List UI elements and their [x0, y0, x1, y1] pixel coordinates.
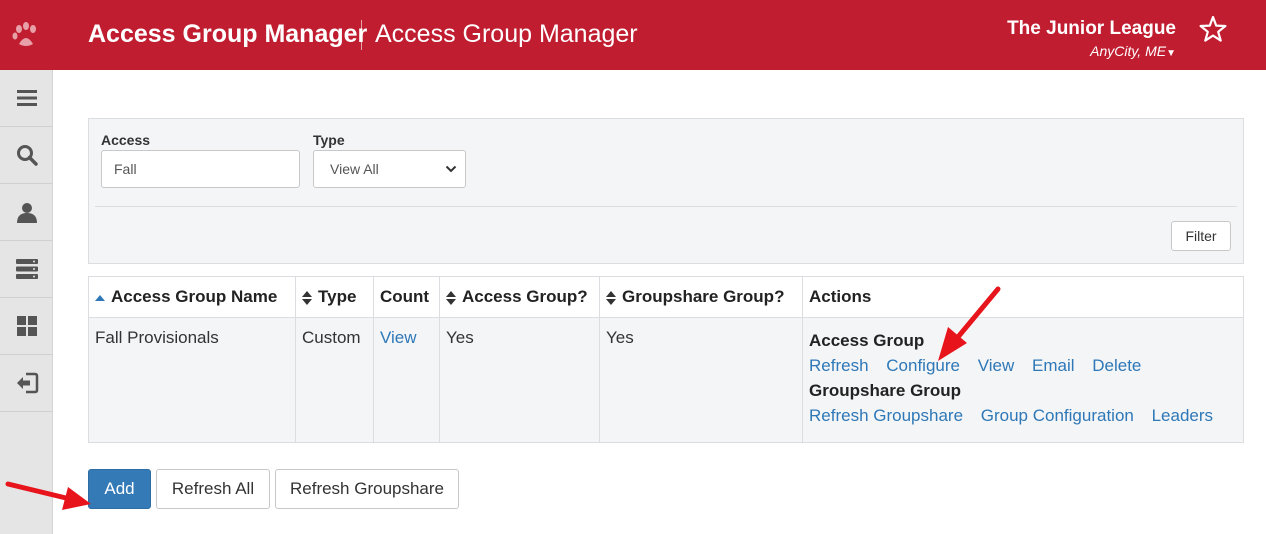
group-configuration-link[interactable]: Group Configuration — [981, 406, 1134, 425]
table-row: Fall Provisionals Custom View Yes Yes Ac… — [88, 317, 1244, 443]
col-header-groupshare-group-label: Groupshare Group? — [622, 287, 785, 306]
access-groups-table: Access Group Name Type Count Access Grou… — [88, 276, 1244, 443]
count-view-link[interactable]: View — [380, 328, 417, 347]
col-header-name[interactable]: Access Group Name — [88, 276, 296, 318]
cell-name: Fall Provisionals — [88, 317, 296, 443]
paw-icon[interactable] — [0, 0, 52, 70]
col-header-name-label: Access Group Name — [111, 287, 278, 306]
col-header-actions: Actions — [802, 276, 1244, 318]
cell-count: View — [373, 317, 440, 443]
col-header-count-label: Count — [380, 287, 430, 306]
table-header-row: Access Group Name Type Count Access Grou… — [88, 276, 1244, 318]
col-header-access-group-label: Access Group? — [462, 287, 588, 306]
groupshare-group-actions-heading: Groupshare Group — [809, 381, 962, 400]
col-header-access-group[interactable]: Access Group? — [439, 276, 600, 318]
org-name: The Junior League — [1007, 18, 1176, 39]
type-label: Type — [313, 132, 345, 148]
user-icon — [16, 203, 37, 223]
sort-asc-icon — [95, 294, 105, 301]
col-header-groupshare-group[interactable]: Groupshare Group? — [599, 276, 803, 318]
filter-divider — [95, 206, 1237, 207]
view-link[interactable]: View — [978, 356, 1015, 375]
app-title[interactable]: Access Group Manager — [88, 20, 367, 49]
groupshare-group-actions: Refresh Groupshare Group Configuration L… — [809, 403, 1237, 428]
leaders-link[interactable]: Leaders — [1152, 406, 1213, 425]
chevron-down-icon — [445, 165, 457, 173]
sign-out-icon — [16, 372, 38, 394]
server-icon — [15, 259, 38, 279]
title-divider — [361, 20, 362, 50]
col-header-count: Count — [373, 276, 440, 318]
access-group-actions-heading: Access Group — [809, 331, 925, 350]
sidebar-item-user[interactable] — [0, 184, 53, 241]
dashboard-icon — [16, 316, 37, 336]
sort-icon — [446, 290, 456, 305]
sidebar-item-server[interactable] — [0, 241, 53, 298]
type-select-value: View All — [330, 161, 379, 177]
filter-button[interactable]: Filter — [1171, 221, 1231, 251]
menu-icon — [16, 90, 37, 106]
sidebar-item-menu[interactable] — [0, 70, 53, 127]
search-icon — [16, 145, 38, 166]
type-select[interactable]: View All — [313, 150, 466, 188]
caret-down-icon: ▼ — [1166, 48, 1176, 59]
star-outline-icon[interactable] — [1198, 14, 1228, 44]
sidebar-item-search[interactable] — [0, 127, 53, 184]
col-header-type[interactable]: Type — [295, 276, 374, 318]
refresh-all-button[interactable]: Refresh All — [156, 469, 270, 509]
email-link[interactable]: Email — [1032, 356, 1075, 375]
top-bar: Access Group Manager Access Group Manage… — [0, 0, 1266, 70]
annotation-arrows — [5, 286, 1001, 510]
access-group-actions: Refresh Configure View Email Delete — [809, 353, 1237, 378]
cell-type: Custom — [295, 317, 374, 443]
access-label: Access — [101, 132, 151, 148]
add-button[interactable]: Add — [88, 469, 151, 509]
configure-link[interactable]: Configure — [886, 356, 960, 375]
col-header-type-label: Type — [318, 287, 357, 306]
refresh-groupshare-link[interactable]: Refresh Groupshare — [809, 406, 963, 425]
filter-panel: Access Fall Type View All Filter — [88, 118, 1244, 264]
access-input[interactable]: Fall — [101, 150, 300, 188]
cell-groupshare-group: Yes — [599, 317, 803, 443]
sort-icon — [302, 290, 312, 305]
org-location-dropdown[interactable]: AnyCity, ME▼ — [1090, 43, 1176, 59]
sidebar-item-dashboard[interactable] — [0, 298, 53, 355]
page-heading: Access Group Manager — [375, 20, 638, 48]
sort-icon — [606, 290, 616, 305]
sidebar-item-sign-out[interactable] — [0, 355, 53, 412]
sidebar — [0, 70, 53, 534]
cell-actions: Access Group Refresh Configure View Emai… — [802, 317, 1244, 443]
cell-access-group: Yes — [439, 317, 600, 443]
refresh-link[interactable]: Refresh — [809, 356, 869, 375]
col-header-actions-label: Actions — [809, 287, 872, 306]
refresh-groupshare-button[interactable]: Refresh Groupshare — [275, 469, 459, 509]
org-location-label: AnyCity, ME — [1090, 43, 1167, 59]
delete-link[interactable]: Delete — [1092, 356, 1141, 375]
